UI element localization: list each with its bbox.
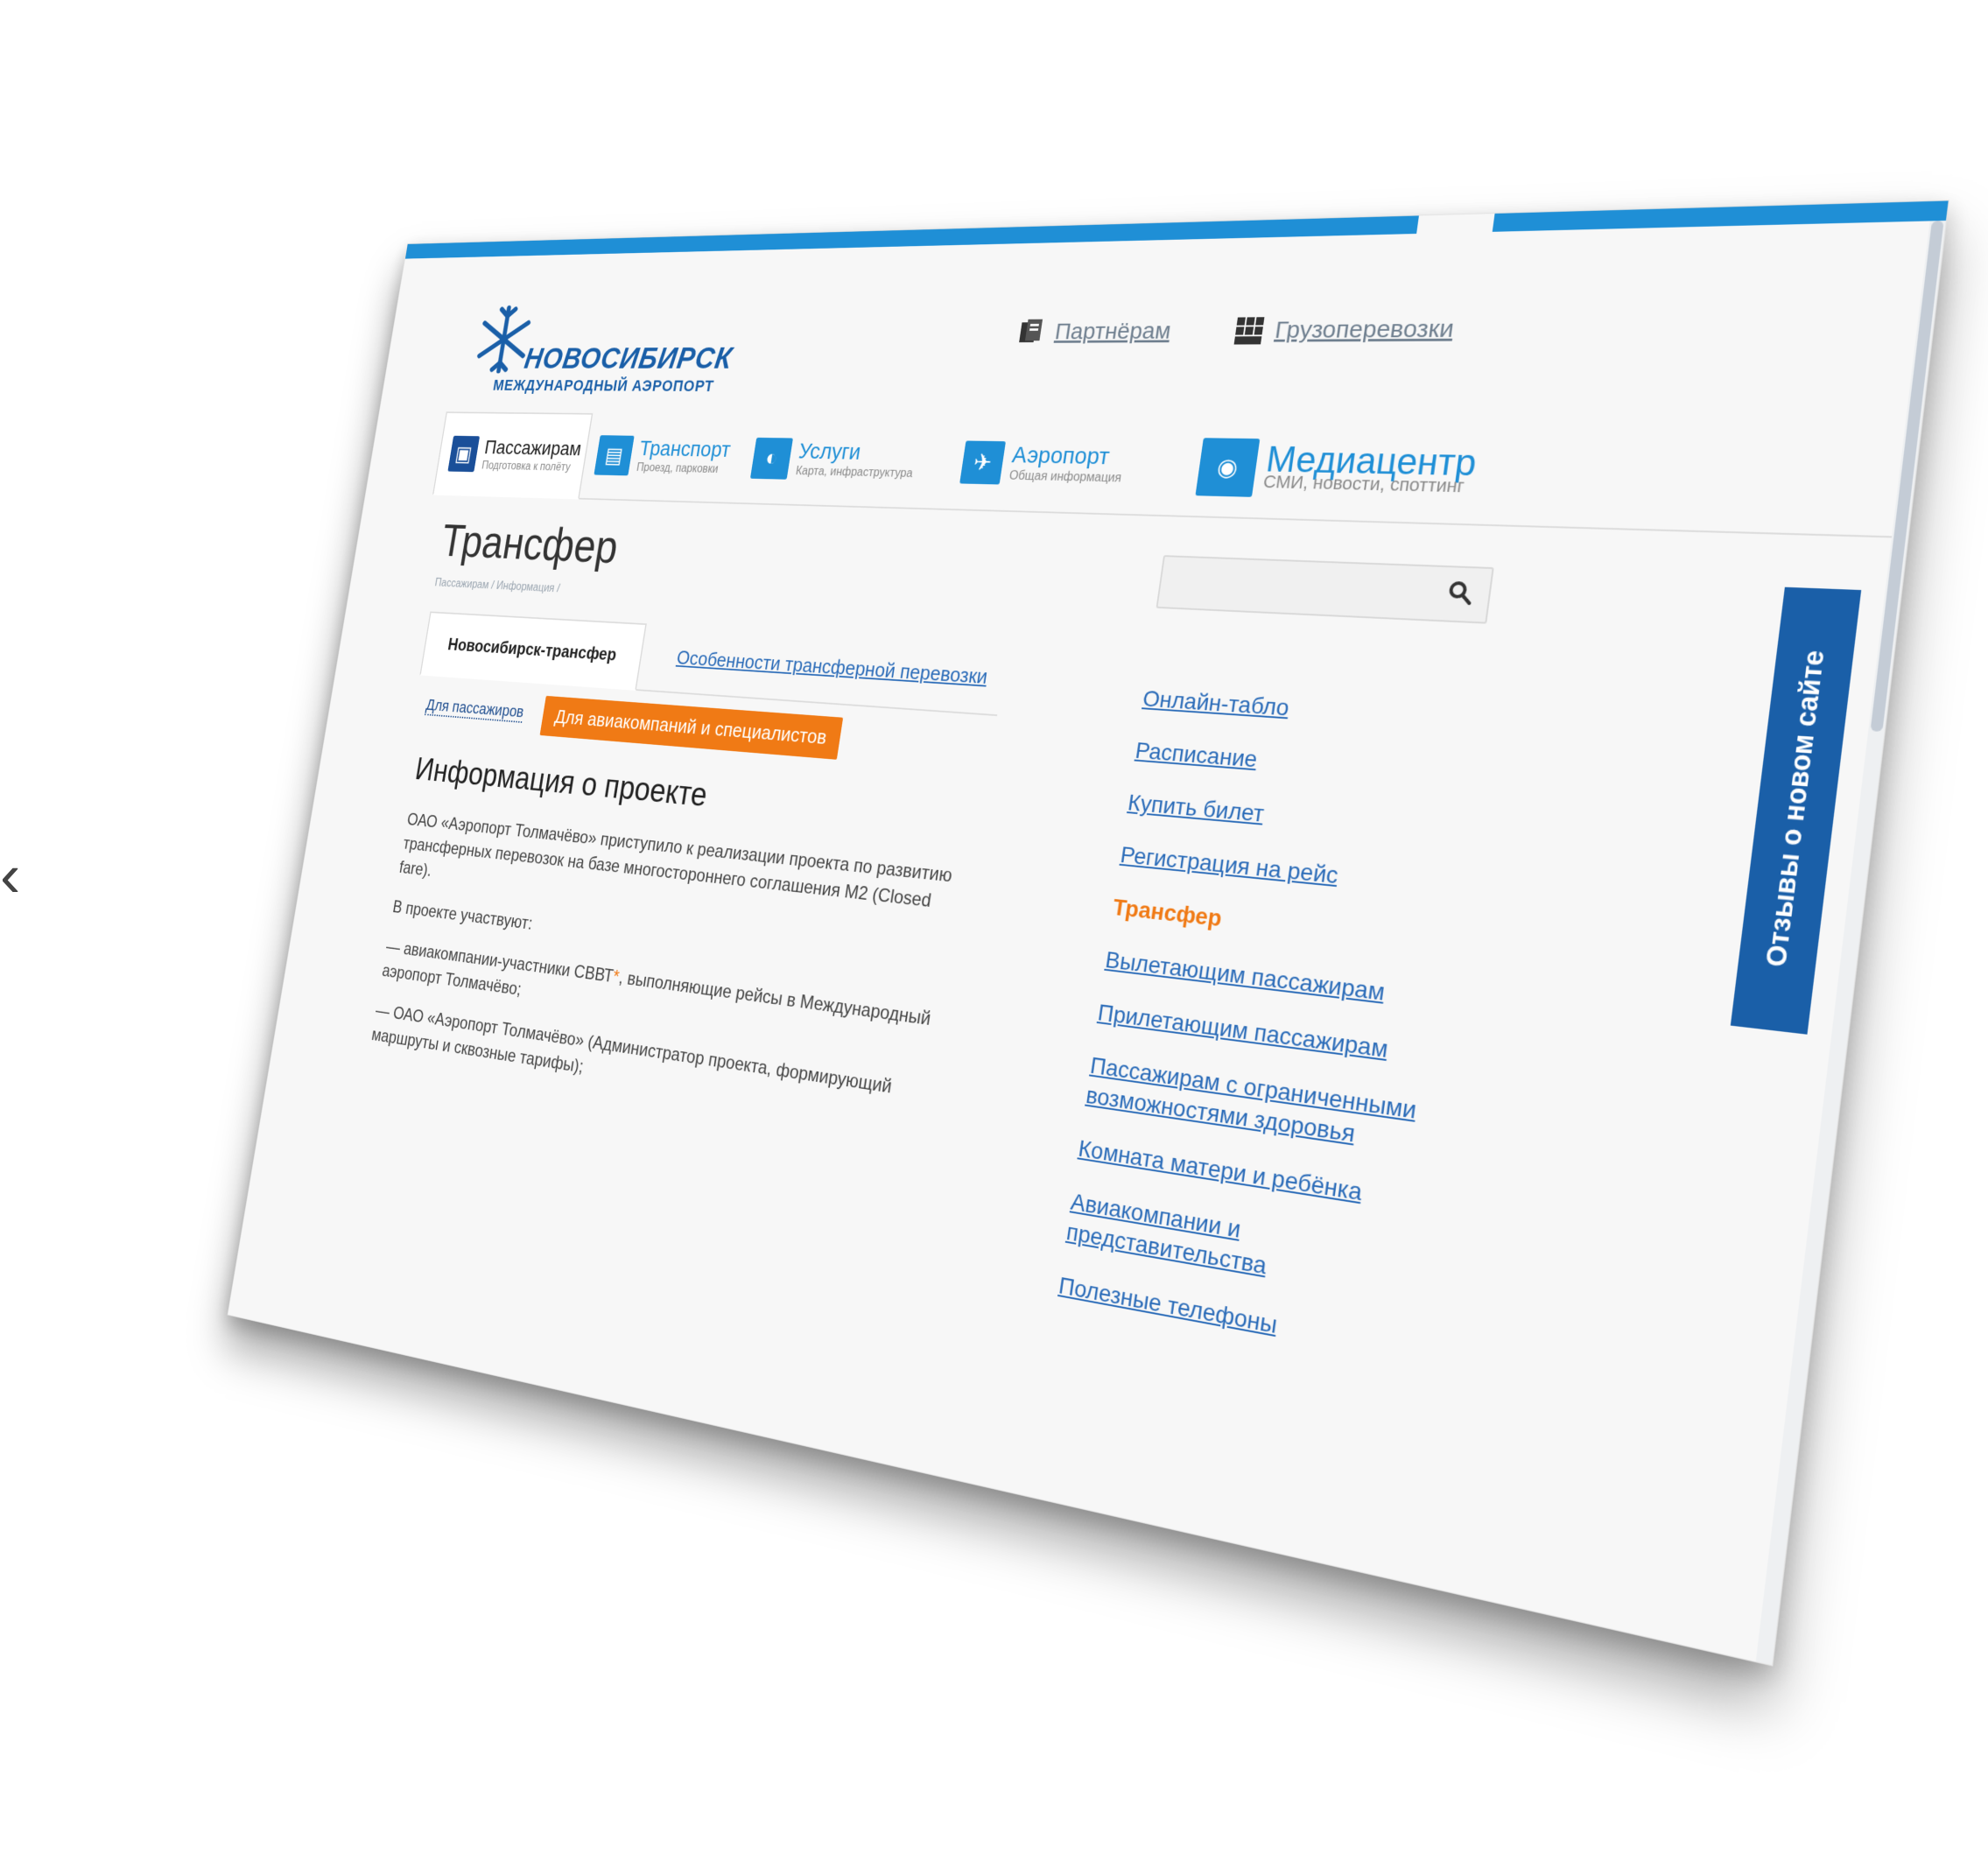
top-accent-bar bbox=[404, 200, 1949, 259]
luggage-icon: ▣ bbox=[447, 435, 481, 473]
documents-icon bbox=[1019, 319, 1043, 343]
page-title: Трансфер bbox=[438, 515, 622, 573]
nav-services[interactable]: ◐ Услуги Карта, инфраструктура bbox=[747, 415, 921, 506]
search-icon[interactable] bbox=[1445, 579, 1474, 606]
cargo-label: Грузоперевозки bbox=[1273, 315, 1456, 344]
nav-transport-sub: Проезд, парковки bbox=[636, 461, 720, 476]
stage: ‹ НОВОСИБИРСК МЕЖДУНАРОДНЫЙ АЭРОПОРТ Пар… bbox=[0, 0, 1988, 1868]
services-icon: ◐ bbox=[749, 437, 793, 480]
tab-transfer-features[interactable]: Особенности трансферной перевозки bbox=[675, 646, 989, 689]
nav-passengers[interactable]: ▣ Пассажирам Подготовка к полёту bbox=[432, 411, 594, 500]
top-bar-gap bbox=[1416, 213, 1495, 234]
nav-airport-title: Аэропорт bbox=[1010, 442, 1112, 470]
camera-icon: ◉ bbox=[1195, 438, 1261, 497]
nav-passengers-title: Пассажирам bbox=[482, 436, 583, 460]
partners-link[interactable]: Партнёрам bbox=[1015, 316, 1173, 347]
section-heading: Информация о проекте bbox=[412, 751, 710, 814]
side-menu: Онлайн-табло Расписание Купить билет Рег… bbox=[1053, 684, 1489, 1390]
partners-label: Партнёрам bbox=[1053, 318, 1173, 345]
nav-mediacenter[interactable]: ◉ Медиацентр СМИ, новости, споттинг bbox=[1192, 419, 1481, 522]
nav-transport[interactable]: ▤ Транспорт Проезд, парковки bbox=[590, 413, 735, 501]
edge-chevron-icon: ‹ bbox=[0, 841, 21, 909]
cargo-boxes-icon bbox=[1233, 317, 1265, 345]
main-navigation: ▣ Пассажирам Подготовка к полёту ▤ Транс… bbox=[432, 411, 1921, 538]
logo-subtitle: МЕЖДУНАРОДНЫЙ АЭРОПОРТ bbox=[491, 376, 716, 396]
nav-mediacenter-sub: СМИ, новости, споттинг bbox=[1261, 471, 1466, 497]
side-menu-online-board[interactable]: Онлайн-табло bbox=[1141, 684, 1490, 736]
side-menu-checkin[interactable]: Регистрация на рейс bbox=[1119, 840, 1468, 904]
article-body: ОАО «Аэропорт Толмачёво» приступило к ре… bbox=[367, 808, 960, 1152]
feedback-label: Отзывы о новом сайте bbox=[1760, 649, 1831, 969]
airport-logo[interactable]: НОВОСИБИРСК МЕЖДУНАРОДНЫЙ АЭРОПОРТ bbox=[464, 299, 740, 408]
cargo-link[interactable]: Грузоперевозки bbox=[1233, 313, 1456, 346]
nav-airport-sub: Общая информация bbox=[1008, 469, 1123, 486]
browser-page: НОВОСИБИРСК МЕЖДУНАРОДНЫЙ АЭРОПОРТ Партн… bbox=[227, 200, 1949, 1667]
nav-transport-title: Транспорт bbox=[637, 436, 733, 462]
nav-passengers-sub: Подготовка к полёту bbox=[481, 460, 572, 474]
side-menu-transfer[interactable]: Трансфер bbox=[1111, 892, 1460, 959]
breadcrumb[interactable]: Пассажирам / Информация / bbox=[434, 577, 561, 595]
nav-airport[interactable]: ✈ Аэропорт Общая информация bbox=[956, 417, 1130, 511]
logo-city: НОВОСИБИРСК bbox=[522, 341, 735, 376]
content-tabs: Новосибирск-трансфер Особенности трансфе… bbox=[419, 611, 1008, 717]
audience-airlines-button[interactable]: Для авиакомпаний и специалистов bbox=[539, 695, 844, 760]
side-menu-buy-ticket[interactable]: Купить билет bbox=[1126, 788, 1475, 848]
audience-passengers-link[interactable]: Для пассажиров bbox=[424, 695, 525, 723]
bus-icon: ▤ bbox=[594, 435, 635, 476]
side-menu-schedule[interactable]: Расписание bbox=[1134, 736, 1483, 792]
nav-services-title: Услуги bbox=[797, 439, 863, 465]
plane-icon: ✈ bbox=[959, 440, 1006, 485]
tab-novosibirsk-transfer[interactable]: Новосибирск-трансфер bbox=[419, 611, 647, 691]
search-input[interactable] bbox=[1156, 555, 1494, 624]
nav-services-sub: Карта, инфраструктура bbox=[795, 465, 914, 481]
